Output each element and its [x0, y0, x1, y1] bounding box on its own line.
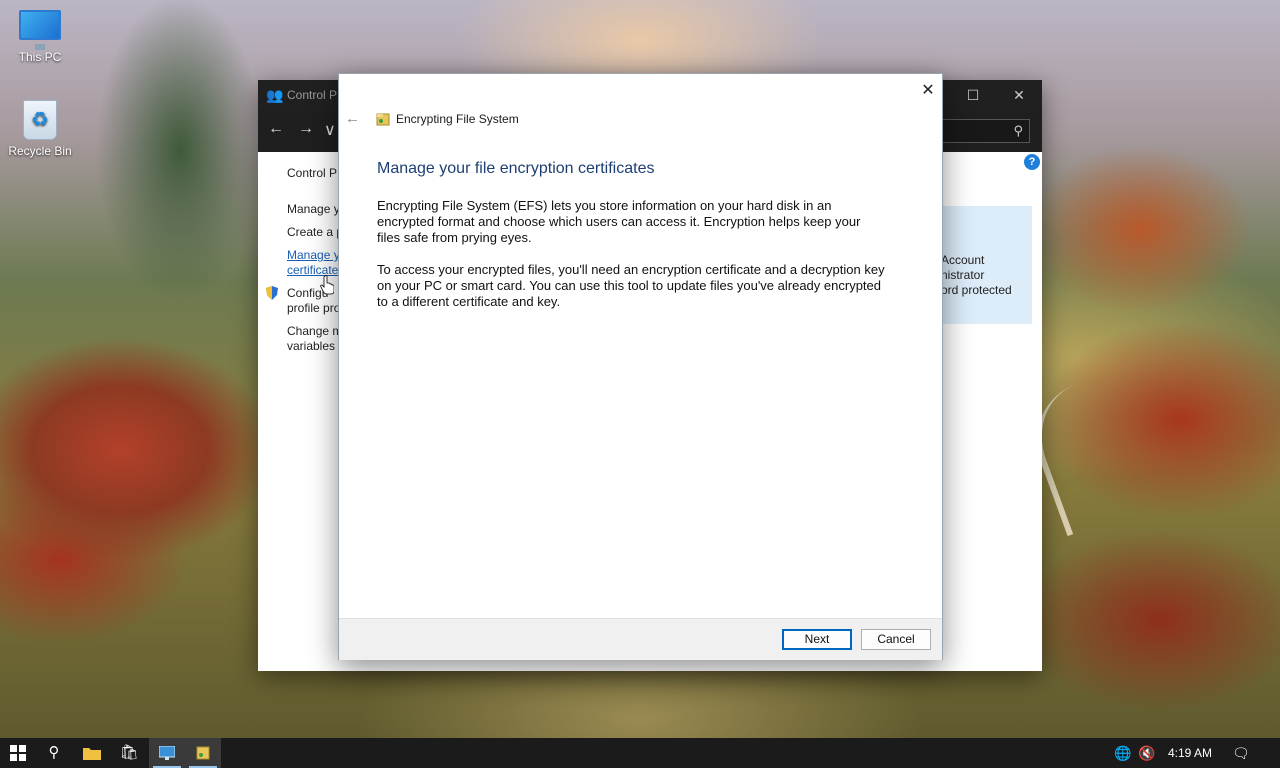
- store-icon[interactable]: 🛍: [111, 738, 147, 768]
- uac-shield-icon: [266, 286, 278, 300]
- encrypting-file-system-icon: [196, 746, 210, 760]
- folder-icon: [83, 748, 101, 760]
- account-info-text: nistrator: [941, 268, 985, 282]
- back-arrow-icon[interactable]: ←: [268, 120, 284, 138]
- hand-pointer-icon: [320, 275, 334, 295]
- taskbar: ⚲ 🛍 🌐 🔇 4:19 AM 🗨: [0, 738, 1280, 768]
- file-explorer-icon[interactable]: [74, 738, 110, 768]
- cancel-button[interactable]: Cancel: [861, 629, 931, 650]
- wallpaper-path: [1019, 363, 1181, 537]
- link-manage[interactable]: Manage y: [287, 202, 339, 217]
- description-paragraph: Encrypting File System (EFS) lets you st…: [377, 198, 861, 245]
- search-icon: ⚲: [1013, 123, 1023, 138]
- desktop-icon-label: This PC: [18, 50, 62, 64]
- back-arrow-icon[interactable]: ←: [345, 110, 360, 127]
- windows-logo-icon: [10, 745, 26, 761]
- description-paragraph: To access your encrypted files, you'll n…: [377, 262, 885, 309]
- link-line: Change m: [287, 324, 339, 338]
- link-create[interactable]: Create a p: [287, 225, 339, 240]
- link-line: variables: [287, 339, 336, 353]
- recycle-bin-icon: ♻: [23, 100, 57, 140]
- control-panel-app-icon: [158, 745, 176, 760]
- link-line: profile pro: [287, 301, 339, 315]
- close-button[interactable]: ✕: [917, 80, 939, 102]
- link-line: Manage y: [287, 248, 339, 262]
- efs-wizard-dialog: ✕ ← Encrypting File System Manage your f…: [338, 73, 943, 660]
- clock[interactable]: 4:19 AM: [1168, 738, 1212, 768]
- network-globe-icon[interactable]: 🌐: [1114, 738, 1131, 768]
- link-manage-certificates[interactable]: Manage y certificate: [287, 248, 339, 278]
- help-icon[interactable]: ?: [1024, 154, 1040, 170]
- forward-arrow-icon[interactable]: →: [298, 120, 314, 138]
- next-button[interactable]: Next: [782, 629, 852, 650]
- this-pc-icon: [19, 10, 61, 50]
- page-heading: Manage your file encryption certificates: [377, 160, 655, 177]
- account-info-text: ord protected: [941, 283, 1012, 297]
- users-icon: 👥: [266, 87, 284, 103]
- chevron-down-icon[interactable]: ∨: [324, 120, 336, 140]
- encrypting-file-system-taskbar-icon[interactable]: [185, 738, 221, 768]
- link-change-variables[interactable]: Change m variables: [287, 324, 339, 354]
- desktop-icon-this-pc[interactable]: This PC: [2, 10, 78, 64]
- search-icon[interactable]: ⚲: [36, 738, 72, 768]
- desktop-icon-label: Recycle Bin: [8, 144, 72, 158]
- breadcrumb[interactable]: Control P: [287, 166, 337, 181]
- dialog-app-title: Encrypting File System: [396, 112, 519, 126]
- volume-muted-icon[interactable]: 🔇: [1138, 738, 1155, 768]
- account-info-text: Account: [941, 253, 985, 267]
- start-button[interactable]: [0, 738, 36, 768]
- desktop-icon-recycle-bin[interactable]: ♻ Recycle Bin: [2, 100, 78, 158]
- control-panel-icon[interactable]: [149, 738, 185, 768]
- search-input[interactable]: ⚲: [942, 119, 1030, 143]
- maximize-button[interactable]: ☐: [958, 84, 988, 106]
- notification-icon[interactable]: 🗨: [1232, 738, 1250, 768]
- window-title: Control P: [287, 88, 338, 102]
- encrypting-file-system-icon: [376, 113, 390, 126]
- dialog-footer: Next Cancel: [339, 618, 942, 660]
- close-button[interactable]: ✕: [1004, 84, 1034, 106]
